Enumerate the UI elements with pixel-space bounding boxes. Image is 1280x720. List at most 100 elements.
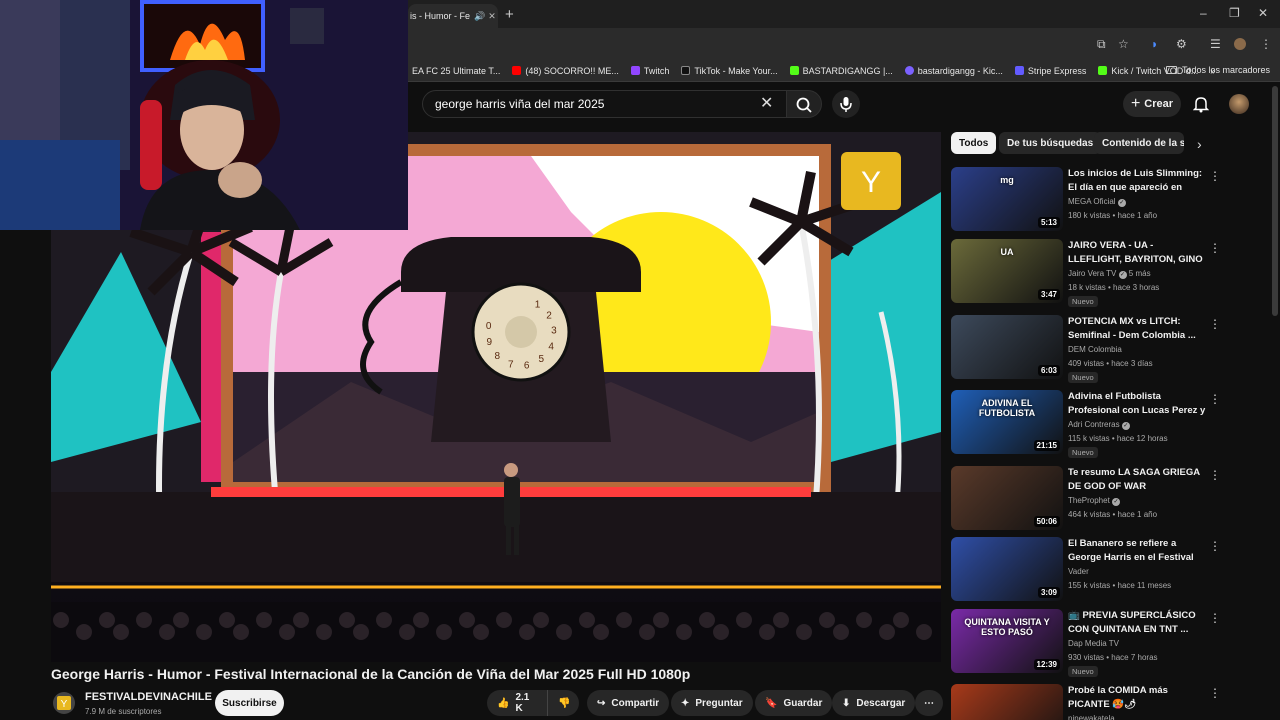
recommendation-title[interactable]: 📺 PREVIA SUPERCLÁSICO CON QUINTANA EN TN… bbox=[1068, 609, 1206, 637]
audience-head bbox=[376, 612, 392, 628]
close-window-icon[interactable]: ✕ bbox=[1258, 6, 1268, 20]
more-options-icon[interactable]: ⋮ bbox=[1209, 241, 1221, 255]
channel-name[interactable]: FESTIVALDEVINACHILE bbox=[85, 691, 212, 703]
recommendation-title[interactable]: Los inicios de Luis Slimming: El día en … bbox=[1068, 167, 1206, 195]
video-thumbnail[interactable]: QUINTANA VISITA Y ESTO PASÓ 12:39 bbox=[951, 609, 1063, 673]
recommendation-channel[interactable]: Jairo Vera TV ✓ 5 más bbox=[1068, 269, 1151, 279]
kick-icon bbox=[789, 66, 799, 75]
bookmark-item[interactable]: Twitch bbox=[630, 66, 669, 76]
audience-head bbox=[399, 624, 415, 640]
audience-head bbox=[473, 624, 489, 640]
search-input[interactable]: george harris viña del mar 2025 bbox=[422, 90, 788, 118]
more-options-icon[interactable]: ⋮ bbox=[1209, 169, 1221, 183]
recommendation-channel[interactable]: Dap Media TV bbox=[1068, 639, 1119, 648]
notifications-button[interactable] bbox=[1192, 95, 1210, 118]
download-button[interactable]: ⬇ Descargar bbox=[832, 690, 916, 716]
close-tab-icon[interactable]: ✕ bbox=[486, 11, 498, 22]
page-scrollbar[interactable] bbox=[1272, 86, 1278, 316]
speaker-icon[interactable]: 🔊 bbox=[474, 11, 486, 22]
screen: { "browser": { "tab_title": "is - Humor … bbox=[0, 0, 1280, 720]
channel-avatar[interactable]: Y bbox=[53, 692, 75, 714]
profile-avatar[interactable] bbox=[1234, 38, 1246, 50]
ask-button[interactable]: ✦ Preguntar bbox=[671, 690, 753, 716]
recommendation-title[interactable]: Te resumo LA SAGA GRIEGA DE GOD OF WAR bbox=[1068, 466, 1206, 494]
chip-all[interactable]: Todos bbox=[951, 132, 997, 154]
audience-head bbox=[436, 624, 452, 640]
video-thumbnail[interactable]: UA 3:47 bbox=[951, 239, 1063, 303]
dial-number: 1 bbox=[535, 299, 541, 310]
duration-badge: 21:15 bbox=[1033, 440, 1060, 451]
chip-from-searches[interactable]: De tus búsquedas bbox=[999, 132, 1102, 154]
recommendation-item[interactable]: ADIVINA EL FUTBOLISTA 21:15 Adivina el Fut… bbox=[951, 390, 1251, 458]
video-thumbnail[interactable]: 50:06 bbox=[951, 466, 1063, 530]
recommendation-channel[interactable]: MEGA Oficial ✓ bbox=[1068, 197, 1126, 207]
recommendation-channel[interactable]: TheProphet ✓ bbox=[1068, 496, 1121, 506]
minimize-icon[interactable]: – bbox=[1200, 6, 1207, 20]
new-badge: Nuevo bbox=[1068, 296, 1098, 307]
voice-search-button[interactable] bbox=[832, 90, 860, 118]
create-button[interactable]: + Crear bbox=[1123, 91, 1181, 117]
account-avatar[interactable] bbox=[1229, 94, 1249, 114]
bookmark-star-icon[interactable]: ☆ bbox=[1118, 37, 1129, 51]
recommendation-channel[interactable]: Vader bbox=[1068, 567, 1089, 576]
install-app-icon[interactable]: ⧉ bbox=[1097, 37, 1106, 52]
bookmark-item[interactable]: (48) SOCORRO!! ME... bbox=[512, 66, 619, 76]
video-thumbnail[interactable] bbox=[951, 684, 1063, 720]
recommendation-item[interactable]: Probé la COMIDA más PICANTE 🥵🌶 ninewakate… bbox=[951, 684, 1251, 720]
video-thumbnail[interactable]: 6:03 bbox=[951, 315, 1063, 379]
subscribe-button[interactable]: Suscribirse bbox=[215, 690, 284, 716]
recommendation-channel[interactable]: DEM Colombia bbox=[1068, 345, 1122, 354]
media-controls-icon[interactable]: ☰ bbox=[1210, 37, 1221, 51]
maximize-icon[interactable]: ❐ bbox=[1229, 6, 1240, 20]
recommendation-item[interactable]: 3:09 El Bananero se refiere a George Harr… bbox=[951, 537, 1251, 605]
more-options-icon[interactable]: ⋮ bbox=[1209, 539, 1221, 553]
more-options-icon[interactable]: ⋮ bbox=[1209, 686, 1221, 700]
bookmark-item[interactable]: bastardigangg - Kic... bbox=[904, 66, 1003, 76]
recommendation-title[interactable]: POTENCIA MX vs LITCH: Semifinal - Dem Co… bbox=[1068, 315, 1206, 343]
clear-search-icon[interactable]: ✕ bbox=[760, 93, 773, 113]
more-options-icon[interactable]: ⋮ bbox=[1209, 468, 1221, 482]
bookmark-item[interactable]: EA FC 25 Ultimate T... bbox=[412, 66, 500, 76]
new-tab-plus-icon[interactable]: + bbox=[505, 6, 514, 23]
recommendation-title[interactable]: El Bananero se refiere a George Harris e… bbox=[1068, 537, 1206, 565]
chevron-right-icon[interactable]: › bbox=[1197, 136, 1202, 152]
video-thumbnail[interactable]: mg 5:13 bbox=[951, 167, 1063, 231]
audience-head bbox=[653, 612, 669, 628]
recommendation-item[interactable]: 50:06 Te resumo LA SAGA GRIEGA DE GOD OF … bbox=[951, 466, 1251, 534]
extensions-puzzle-icon[interactable]: ⚙ bbox=[1176, 37, 1187, 51]
recommendation-meta: 930 vistas • hace 7 horas bbox=[1068, 653, 1158, 662]
video-thumbnail[interactable]: ADIVINA EL FUTBOLISTA 21:15 bbox=[951, 390, 1063, 454]
more-options-icon[interactable]: ⋮ bbox=[1209, 317, 1221, 331]
all-bookmarks-button[interactable]: Todos los marcadores bbox=[1165, 65, 1270, 75]
search-icon bbox=[796, 97, 812, 113]
recommendation-channel[interactable]: ninewakatela bbox=[1068, 714, 1115, 720]
share-button[interactable]: ↪ Compartir bbox=[587, 690, 670, 716]
recommendation-channel[interactable]: Adri Contreras ✓ bbox=[1068, 420, 1130, 430]
more-actions-button[interactable]: ⋯ bbox=[915, 690, 943, 716]
channel-extra: 5 más bbox=[1128, 269, 1151, 278]
recommendation-item[interactable]: mg 5:13 Los inicios de Luis Slimming: El d… bbox=[951, 167, 1251, 235]
recommendation-title[interactable]: Probé la COMIDA más PICANTE 🥵🌶 bbox=[1068, 684, 1206, 712]
recommendation-title[interactable]: Adivina el Futbolista Profesional con Lu… bbox=[1068, 390, 1206, 418]
new-badge: Nuevo bbox=[1068, 372, 1098, 383]
bookmark-item[interactable]: Stripe Express bbox=[1014, 66, 1086, 76]
extension-audio-icon[interactable]: ◗ bbox=[1151, 37, 1158, 51]
search-button[interactable] bbox=[786, 90, 822, 118]
recommendation-meta: 464 k vistas • hace 1 año bbox=[1068, 510, 1158, 519]
more-options-icon[interactable]: ⋮ bbox=[1209, 611, 1221, 625]
bookmark-item[interactable]: TikTok - Make Your... bbox=[681, 66, 778, 76]
menu-kebab-icon[interactable]: ⋮ bbox=[1260, 37, 1272, 51]
recommendation-item[interactable]: UA 3:47 JAIRO VERA - UA - LLEFLIGHT, BAYRI… bbox=[951, 239, 1251, 307]
more-options-icon[interactable]: ⋮ bbox=[1209, 392, 1221, 406]
save-button[interactable]: 🔖 Guardar bbox=[755, 690, 833, 716]
dislike-button[interactable]: 👎 bbox=[547, 690, 579, 716]
chip-series[interactable]: Contenido de la ser bbox=[1094, 132, 1184, 154]
thumbnail-caption: QUINTANA VISITA Y ESTO PASÓ bbox=[964, 617, 1050, 637]
video-thumbnail[interactable]: 3:09 bbox=[951, 537, 1063, 601]
like-button[interactable]: 👍 2.1 K bbox=[487, 690, 547, 716]
recommendation-item[interactable]: QUINTANA VISITA Y ESTO PASÓ 12:39 📺 PREVIA… bbox=[951, 609, 1251, 677]
recommendation-title[interactable]: JAIRO VERA - UA - LLEFLIGHT, BAYRITON, G… bbox=[1068, 239, 1206, 267]
bookmark-item[interactable]: BASTARDIGANGG |... bbox=[789, 66, 893, 76]
recommendation-item[interactable]: 6:03 POTENCIA MX vs LITCH: Semifinal - De… bbox=[951, 315, 1251, 383]
browser-tab[interactable]: is - Humor - Fe 🔊 ✕ bbox=[408, 4, 498, 28]
